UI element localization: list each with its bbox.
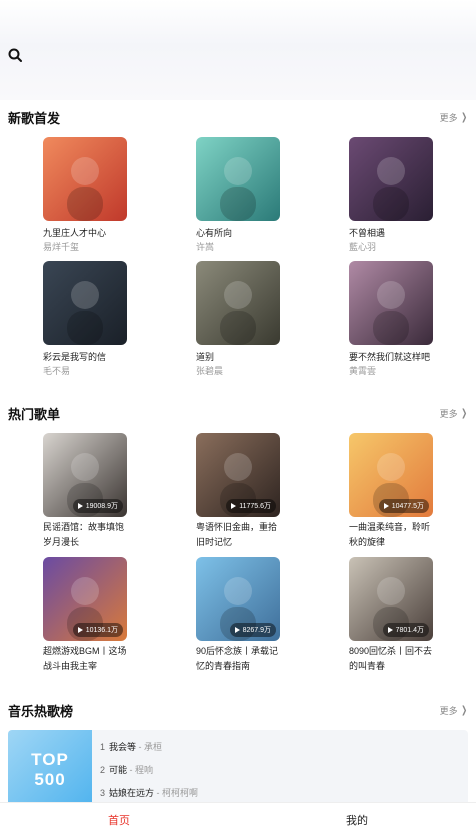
playlist-card[interactable]: 10477.5万一曲温柔纯音，聆听秋的旋律 <box>349 433 433 550</box>
song-title: 要不然我们就这样吧 <box>349 352 431 362</box>
song-artist: 藍心羽 <box>349 242 377 252</box>
rank-number: 1 <box>100 742 106 752</box>
rank-number: 2 <box>100 765 106 775</box>
header <box>0 0 476 100</box>
play-count: 10136.1万 <box>85 627 118 634</box>
charts-header: 音乐热歌榜 更多 ❯ <box>8 700 468 720</box>
playlist-cover[interactable]: 10477.5万 <box>349 433 433 517</box>
playlist-cover[interactable]: 7801.4万 <box>349 557 433 641</box>
song-artist: 许嵩 <box>196 242 215 252</box>
tab-bar: 首页 我的 <box>0 802 476 839</box>
album-cover[interactable] <box>43 137 127 221</box>
rank-artist: - 承桓 <box>138 742 163 752</box>
play-count-badge: 8267.9万 <box>229 623 276 637</box>
playlist-card[interactable]: 8267.9万 90后怀念族丨承载记忆的青春指南 <box>196 557 280 674</box>
play-count: 11775.6万 <box>239 503 271 510</box>
chevron-right-icon: ❯ <box>460 407 467 419</box>
album-cover[interactable] <box>196 137 280 221</box>
tab-mine[interactable]: 我的 <box>238 803 476 839</box>
play-icon <box>387 627 393 633</box>
playlist-card[interactable]: 11775.6万粤语怀旧金曲，重拾旧时记忆 <box>196 433 280 550</box>
chart-cover-num: 500 <box>34 770 66 789</box>
song-title: 不曾相遇 <box>349 228 386 238</box>
song-card[interactable]: 不曾相遇 藍心羽 <box>349 137 433 254</box>
song-card[interactable]: 九里庄人才中心 易烊千玺 <box>43 137 127 254</box>
play-icon <box>234 627 240 633</box>
play-count-badge: 10136.1万 <box>72 623 123 637</box>
playlist-title: 超燃游戏BGM丨这场战斗由我主宰 <box>43 646 127 671</box>
rank-artist: - 程响 <box>129 765 154 775</box>
rank-song: 可能 <box>109 765 128 775</box>
play-icon <box>231 503 237 509</box>
playlist-card[interactable]: 10136.1万超燃游戏BGM丨这场战斗由我主宰 <box>43 557 127 674</box>
play-icon <box>77 627 83 633</box>
song-title: 彩云是我写的信 <box>43 352 107 362</box>
album-cover[interactable] <box>196 261 280 345</box>
more-link[interactable]: 更多 ❯ <box>440 407 468 420</box>
song-artist: 黄霄雲 <box>349 366 377 376</box>
rank-artist: - 柯柯柯啊 <box>156 788 199 798</box>
chart-cover: TOP 500 <box>8 730 92 810</box>
playlist-cover[interactable]: 10136.1万 <box>43 557 127 641</box>
play-count: 19008.9万 <box>85 503 118 510</box>
album-cover[interactable] <box>43 261 127 345</box>
play-count-badge: 11775.6万 <box>226 499 276 513</box>
search-icon[interactable] <box>8 48 22 62</box>
play-count-badge: 10477.5万 <box>378 499 429 513</box>
song-artist: 张碧晨 <box>196 366 224 376</box>
new-songs-header: 新歌首发 更多 ❯ <box>8 107 468 127</box>
song-card[interactable]: 彩云是我写的信 毛不易 <box>43 261 127 378</box>
chart-row[interactable]: 1 我会等 - 承桓 <box>100 742 198 753</box>
song-title: 心有所向 <box>196 228 233 238</box>
section-title: 新歌首发 <box>8 110 61 126</box>
more-link[interactable]: 更多 ❯ <box>440 111 468 124</box>
play-icon <box>383 503 389 509</box>
playlist-title: 一曲温柔纯音，聆听秋的旋律 <box>349 522 431 547</box>
play-count: 8267.9万 <box>242 627 271 634</box>
chart-row[interactable]: 3 姑娘在远方 - 柯柯柯啊 <box>100 788 198 799</box>
song-title: 道别 <box>196 352 215 362</box>
playlist-title: 粤语怀旧金曲，重拾旧时记忆 <box>196 522 278 547</box>
song-artist: 毛不易 <box>43 366 71 376</box>
play-count: 7801.4万 <box>395 627 424 634</box>
playlist-card[interactable]: 19008.9万民谣酒馆：故事填饱岁月漫长 <box>43 433 127 550</box>
playlist-cover[interactable]: 11775.6万 <box>196 433 280 517</box>
chart-list: 1 我会等 - 承桓 2 可能 - 程响 3 姑娘在远方 - 柯柯柯啊 <box>100 742 198 810</box>
hot-playlists-header: 热门歌单 更多 ❯ <box>8 403 468 423</box>
rank-song: 姑娘在远方 <box>109 788 155 798</box>
song-card[interactable]: 心有所向 许嵩 <box>196 137 280 254</box>
chevron-right-icon: ❯ <box>460 111 467 123</box>
chart-card[interactable]: TOP 500 1 我会等 - 承桓 2 可能 - 程响 3 姑娘在远方 - 柯柯柯啊 <box>8 730 468 810</box>
play-count: 10477.5万 <box>391 503 424 510</box>
rank-number: 3 <box>100 788 106 798</box>
playlist-title: 90后怀念族丨承载记忆的青春指南 <box>196 646 279 671</box>
playlist-title: 民谣酒馆：故事填饱岁月漫长 <box>43 522 125 547</box>
playlist-card[interactable]: 7801.4万 8090回忆杀丨回不去的叫青春 <box>349 557 433 674</box>
album-cover[interactable] <box>349 137 433 221</box>
song-card[interactable]: 道别 张碧晨 <box>196 261 280 378</box>
playlist-cover[interactable]: 19008.9万 <box>43 433 127 517</box>
play-count-badge: 7801.4万 <box>382 623 429 637</box>
album-cover[interactable] <box>349 261 433 345</box>
music-app: 新歌首发 更多 ❯ 九里庄人才中心 易烊千玺 心有所向 许嵩 不曾相遇 藍心羽 彩云是我写的信… <box>0 0 476 839</box>
play-count-badge: 19008.9万 <box>72 499 123 513</box>
section-title: 音乐热歌榜 <box>8 703 74 719</box>
rank-song: 我会等 <box>109 742 137 752</box>
section-title: 热门歌单 <box>8 406 61 422</box>
play-icon <box>77 503 83 509</box>
playlist-cover[interactable]: 8267.9万 <box>196 557 280 641</box>
tab-home[interactable]: 首页 <box>0 803 238 839</box>
chevron-right-icon: ❯ <box>460 704 467 716</box>
song-artist: 易烊千玺 <box>43 242 80 252</box>
chart-row[interactable]: 2 可能 - 程响 <box>100 765 198 776</box>
song-card[interactable]: 要不然我们就这样吧 黄霄雲 <box>349 261 433 378</box>
playlist-title: 8090回忆杀丨回不去的叫青春 <box>349 646 433 671</box>
more-link[interactable]: 更多 ❯ <box>440 704 468 717</box>
song-title: 九里庄人才中心 <box>43 228 107 238</box>
chart-cover-top: TOP <box>31 750 69 769</box>
